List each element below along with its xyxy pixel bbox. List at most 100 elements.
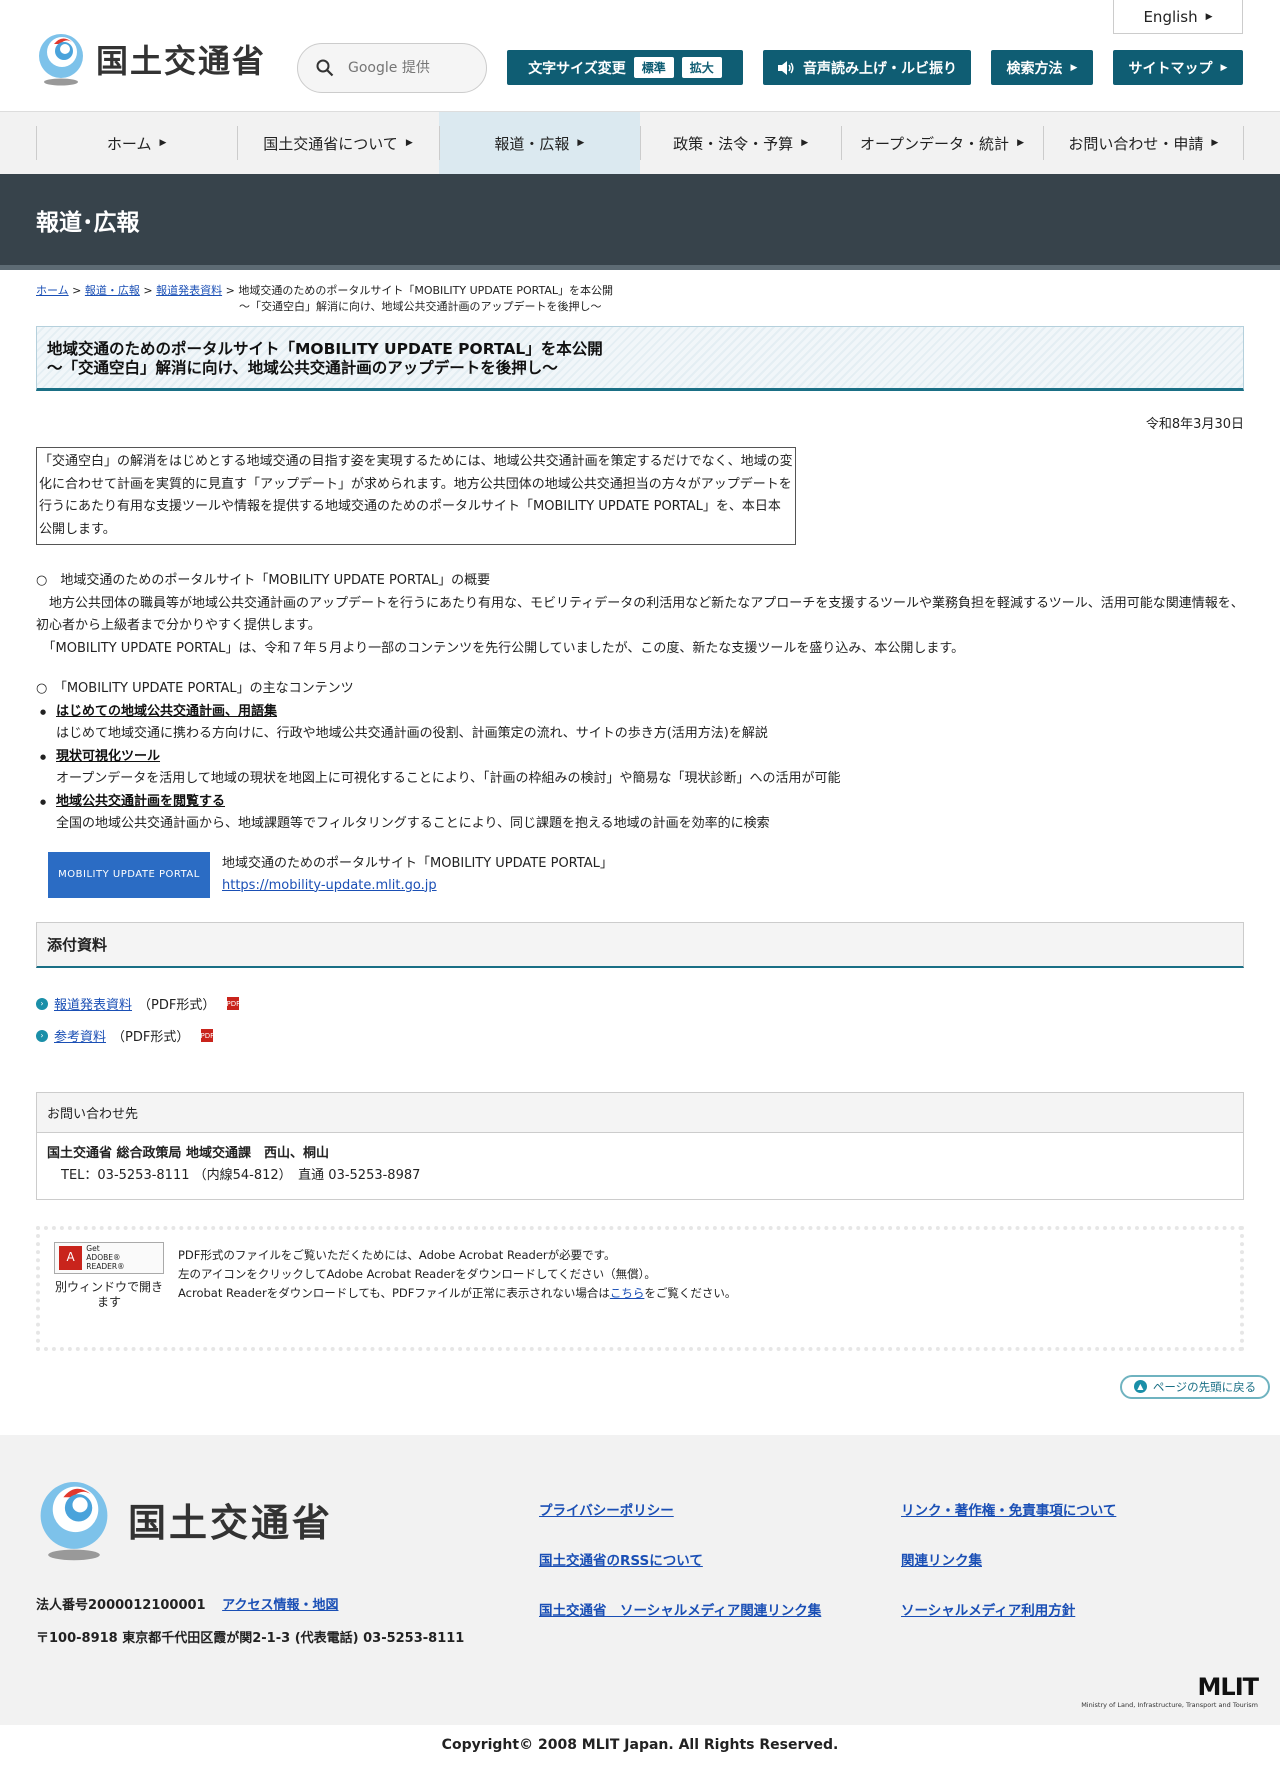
triangle-right-icon: ▶ — [801, 138, 809, 148]
new-window-caption: 別ウィンドウで開きます — [54, 1279, 163, 1309]
back-to-top-button[interactable]: ▲ ページの先頭に戻る — [1120, 1374, 1270, 1399]
triangle-right-icon: ▶ — [1205, 11, 1213, 22]
portal-banner-image[interactable]: MOBILITY UPDATE PORTAL — [48, 851, 210, 898]
adobe-badge-line1: Get — [86, 1244, 100, 1253]
breadcrumb-home[interactable]: ホーム — [36, 284, 69, 297]
content-description: オープンデータを活用して地域の現状を地図上に可視化することにより、「計画の枠組み… — [56, 771, 841, 786]
font-size-large-button[interactable]: 拡大 — [681, 57, 722, 78]
footer-links: プライバシーポリシー リンク・著作権・免責事項について 国土交通省のRSSについ… — [539, 1499, 1201, 1619]
contact-org: 国土交通省 総合政策局 地域交通課 西山、桐山 — [47, 1145, 330, 1161]
breadcrumb: ホーム > 報道・広報 > 報道発表資料 > 地域交通のためのポータルサイト「M… — [36, 283, 1244, 315]
attachment-format: （PDF形式） — [112, 1030, 190, 1045]
font-size-standard-button[interactable]: 標準 — [633, 57, 674, 78]
overview-paragraph-1: 地方公共団体の職員等が地域公共交通計画のアップデートを行うにあたり有用な、モビリ… — [36, 595, 1244, 634]
arrow-up-icon: ▲ — [1133, 1380, 1147, 1393]
nav-about[interactable]: 国土交通省について ▶ — [237, 112, 438, 174]
main-content: ホーム > 報道・広報 > 報道発表資料 > 地域交通のためのポータルサイト「M… — [0, 283, 1280, 1399]
footer-address: 〒100-8918 東京都千代田区霞が関2-1-3 (代表電話) 03-5253… — [36, 1630, 465, 1646]
adobe-badge-line2: ADOBE® READER® — [86, 1253, 125, 1271]
get-adobe-reader-button[interactable]: A Get ADOBE® READER® — [54, 1241, 164, 1274]
contents-list: はじめての地域公共交通計画、用語集 はじめて地域交通に携わる方向けに、行政や地域… — [36, 701, 1244, 836]
adobe-reader-icon: A — [59, 1245, 83, 1270]
access-map-link[interactable]: アクセス情報・地図 — [222, 1598, 338, 1613]
list-item: › 参考資料 （PDF形式） PDF — [36, 1020, 1244, 1052]
social-media-policy-link[interactable]: ソーシャルメディア利用方針 — [901, 1599, 1201, 1619]
nav-opendata[interactable]: オープンデータ・統計 ▶ — [841, 112, 1042, 174]
social-media-links-link[interactable]: 国土交通省 ソーシャルメディア関連リンク集 — [539, 1599, 901, 1619]
pdf-icon: PDF — [201, 1029, 214, 1042]
nav-home[interactable]: ホーム ▶ — [36, 112, 237, 174]
content-title: はじめての地域公共交通計画、用語集 — [56, 703, 278, 719]
privacy-policy-link[interactable]: プライバシーポリシー — [539, 1499, 901, 1519]
font-size-control: 文字サイズ変更 標準 拡大 — [507, 50, 743, 85]
mlit-logo[interactable]: 国土交通省 — [36, 32, 266, 86]
triangle-right-icon: ▶ — [577, 138, 585, 148]
copyright: Copyright© 2008 MLIT Japan. All Rights R… — [441, 1736, 839, 1753]
acrobat-reader-notice: A Get ADOBE® READER® 別ウィンドウで開きます PDF形式のファ… — [36, 1225, 1244, 1351]
mlit-wordmark-subtitle: Ministry of Land, Infrastructure, Transp… — [1081, 1700, 1258, 1709]
breadcrumb-releases[interactable]: 報道発表資料 — [156, 284, 222, 297]
content-description: 全国の地域公共交通計画から、地域課題等でフィルタリングすることにより、同じ課題を… — [56, 816, 770, 831]
voice-ruby-button[interactable]: 音声読み上げ・ルビ振り — [763, 50, 971, 85]
chevron-right-icon: › — [36, 997, 48, 1010]
triangle-right-icon: ▶ — [159, 138, 167, 148]
back-to-top-label: ページの先頭に戻る — [1152, 1379, 1257, 1394]
contents-section: ○ 「MOBILITY UPDATE PORTAL」の主なコンテンツ はじめての… — [36, 678, 1244, 836]
nav-press[interactable]: 報道・広報 ▶ — [438, 112, 640, 174]
english-label: English — [1143, 7, 1198, 26]
portal-banner-text: MOBILITY UPDATE PORTAL — [58, 869, 200, 880]
nav-label: 国土交通省について — [263, 134, 398, 153]
triangle-right-icon: ▶ — [1017, 138, 1024, 148]
breadcrumb-current: 地域交通のためのポータルサイト「MOBILITY UPDATE PORTAL」を… — [238, 284, 614, 297]
list-item: はじめての地域公共交通計画、用語集 はじめて地域交通に携わる方向けに、行政や地域… — [36, 701, 1244, 746]
lead-summary: 「交通空白」の解消をはじめとする地域交通の目指す姿を実現するためには、地域公共交… — [36, 447, 796, 545]
content-title: 地域公共交通計画を閲覧する — [56, 793, 226, 809]
search-input[interactable] — [348, 60, 468, 76]
logo-text: 国土交通省 — [96, 42, 267, 80]
footer-logo[interactable]: 国土交通省 — [36, 1479, 333, 1561]
english-link[interactable]: English ▶ — [1113, 0, 1243, 34]
site-header: 国土交通省 English ▶ 文字サイズ変更 標準 拡大 音声読み上げ・ルビ振… — [0, 0, 1280, 111]
reader-line1: PDF形式のファイルをご覧いただくためには、Adobe Acrobat Read… — [178, 1247, 616, 1262]
rss-link[interactable]: 国土交通省のRSSについて — [539, 1549, 901, 1569]
mlit-logo-icon — [40, 1481, 108, 1560]
search-icon — [316, 59, 334, 77]
section-title: 報道･広報 — [36, 209, 140, 236]
nav-policy[interactable]: 政策・法令・予算 ▶ — [639, 112, 841, 174]
chevron-right-icon: › — [36, 1029, 48, 1042]
nav-label: 政策・法令・予算 — [673, 134, 794, 153]
global-nav: ホーム ▶ 国土交通省について ▶ 報道・広報 ▶ 政策・法令・予算 ▶ オープンデータ… — [0, 111, 1280, 174]
contents-heading: ○ 「MOBILITY UPDATE PORTAL」の主なコンテンツ — [36, 681, 354, 696]
site-footer: 国土交通省 法人番号2000012100001 アクセス情報・地図 〒100-8… — [0, 1434, 1280, 1725]
voice-label: 音声読み上げ・ルビ振り — [803, 60, 957, 77]
reader-line3-pre: Acrobat Readerをダウンロードしても、PDFファイルが正常に表示され… — [178, 1285, 610, 1300]
attachment-link-reference[interactable]: 参考資料 — [54, 1026, 106, 1045]
related-links-link[interactable]: 関連リンク集 — [901, 1549, 1201, 1569]
breadcrumb-press[interactable]: 報道・広報 — [85, 284, 140, 297]
triangle-right-icon: ▶ — [1211, 138, 1219, 148]
nav-label: お問い合わせ・申請 — [1068, 134, 1204, 153]
portal-url-link[interactable]: https://mobility-update.mlit.go.jp — [222, 878, 437, 893]
copyright-disclaimer-link[interactable]: リンク・著作権・免責事項について — [901, 1499, 1201, 1519]
breadcrumb-current-subtitle: ～「交通空白」解消に向け、地域公共交通計画のアップデートを後押し～ — [239, 300, 602, 313]
attachment-link-press-release[interactable]: 報道発表資料 — [54, 994, 132, 1013]
footer-info: 法人番号2000012100001 アクセス情報・地図 〒100-8918 東京… — [36, 1589, 464, 1655]
list-item: › 報道発表資料 （PDF形式） PDF — [36, 988, 1244, 1020]
attachments-list: › 報道発表資料 （PDF形式） PDF › 参考資料 （PDF形式） PDF — [36, 988, 1244, 1052]
search-box[interactable] — [297, 43, 487, 93]
sitemap-button[interactable]: サイトマップ ▶ — [1113, 50, 1243, 85]
search-method-label: 検索方法 — [1006, 60, 1063, 77]
contact-tel: TEL：03-5253-8111 （内線54-812） 直通 03-5253-8… — [61, 1167, 421, 1183]
speaker-icon — [778, 60, 794, 75]
portal-link-block: MOBILITY UPDATE PORTAL 地域交通のためのポータルサイト「M… — [48, 851, 1244, 898]
article-title-line2: ～「交通空白」解消に向け、地域公共交通計画のアップデートを後押し～ — [47, 359, 558, 377]
search-method-button[interactable]: 検索方法 ▶ — [991, 50, 1093, 85]
article-title: 地域交通のためのポータルサイト「MOBILITY UPDATE PORTAL」を… — [36, 326, 1244, 391]
reader-line2: 左のアイコンをクリックしてAdobe Acrobat Readerをダウンロード… — [178, 1266, 656, 1281]
reader-line3-post: をご覧ください。 — [644, 1285, 737, 1300]
mlit-wordmark-text: MLIT — [1197, 1672, 1259, 1701]
reader-help-link[interactable]: こちら — [610, 1286, 645, 1300]
overview-section: ○ 地域交通のためのポータルサイト「MOBILITY UPDATE PORTAL… — [36, 570, 1244, 660]
nav-contact[interactable]: お問い合わせ・申請 ▶ — [1042, 112, 1245, 174]
content-title: 現状可視化ツール — [56, 748, 161, 764]
